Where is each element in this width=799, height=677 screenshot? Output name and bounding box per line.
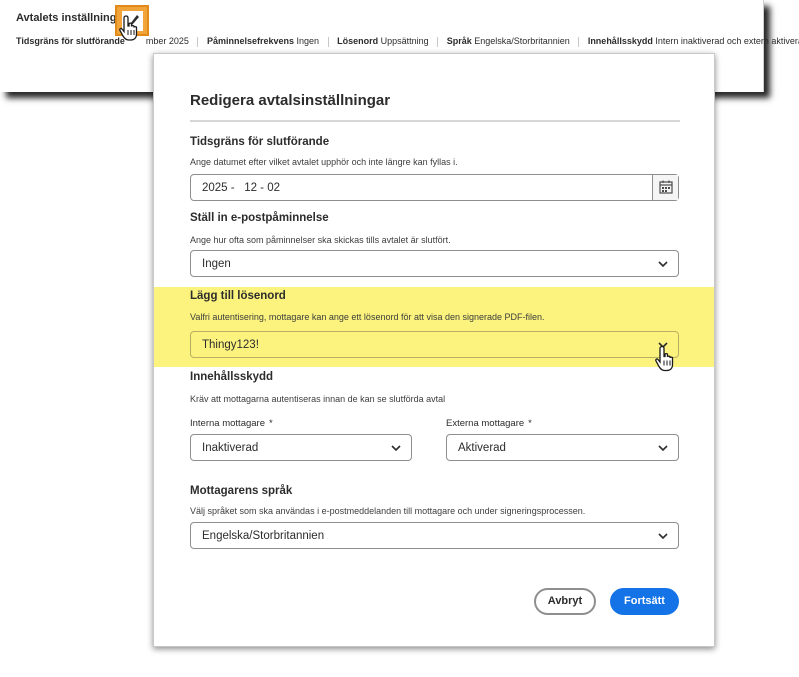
password-value: Thingy123! [202,339,259,351]
reminder-title: Ställ in e-postpåminnelse [190,212,329,224]
reminder-value: Ingen [202,258,231,270]
edit-settings-dialog: Redigera avtalsinställningar Tidsgräns f… [153,53,715,647]
password-input[interactable]: Thingy123! [190,331,679,358]
protection-description: Kräv att mottagarna autentiseras innan d… [190,394,446,404]
chevron-down-icon [658,533,668,539]
language-select[interactable]: Engelska/Storbritannien [190,522,679,549]
password-description: Valfri autentisering, mottagare kan ange… [190,312,545,322]
summary-title: Avtalets inställningar [16,12,127,24]
pencil-icon [129,15,139,27]
chevron-down-icon [658,342,668,348]
dialog-title: Redigera avtalsinställningar [190,92,391,109]
deadline-date-input[interactable]: 2025 - 12 - 02 [190,174,679,201]
password-title: Lägg till lösenord [190,290,286,302]
summary-password-label: Lösenord [337,36,379,46]
summary-protection-value: Intern inaktiverad och extern aktiverad [655,36,799,46]
chevron-down-icon [391,445,401,451]
continue-button[interactable]: Fortsätt [610,588,679,615]
summary-deadline-value: mber 2025 [145,36,189,46]
summary-language-label: Språk [446,36,472,46]
edit-settings-button[interactable] [115,5,149,36]
reminder-description: Ange hur ofta som påminnelser ska skicka… [190,235,451,245]
summary-password-value: Uppsättning [380,36,429,46]
calendar-icon [659,180,673,194]
language-title: Mottagarens språk [190,485,293,497]
internal-recipients-label: Interna mottagare * [190,418,273,429]
external-recipients-label: Externa mottagare * [446,418,532,429]
calendar-button[interactable] [652,175,678,200]
required-marker: * [269,418,273,429]
reminder-select[interactable]: Ingen [190,250,679,277]
language-description: Välj språket som ska användas i e-postme… [190,506,586,516]
deadline-date-value: 2025 - 12 - 02 [202,182,280,194]
protection-title: Innehållsskydd [190,371,274,383]
summary-reminder-label: Påminnelsefrekvens [206,36,294,46]
summary-values: Tidsgräns för slutförande mber 2025 Påmi… [16,36,799,47]
chevron-down-icon [658,261,668,267]
dialog-divider [190,120,680,122]
summary-protection-label: Innehållsskydd [587,36,653,46]
summary-language-value: Engelska/Storbritannien [474,36,570,46]
summary-reminder-value: Ingen [296,36,320,46]
summary-deadline-label: Tidsgräns för slutförande [16,36,125,46]
internal-recipients-value: Inaktiverad [202,442,259,454]
chevron-down-icon [658,445,668,451]
language-value: Engelska/Storbritannien [202,530,325,542]
internal-recipients-select[interactable]: Inaktiverad [190,434,412,461]
deadline-title: Tidsgräns för slutförande [190,136,330,148]
cancel-button[interactable]: Avbryt [534,588,596,615]
deadline-description: Ange datumet efter vilket avtalet upphör… [190,157,458,167]
required-marker: * [528,418,532,429]
external-recipients-select[interactable]: Aktiverad [446,434,679,461]
external-recipients-value: Aktiverad [458,442,506,454]
